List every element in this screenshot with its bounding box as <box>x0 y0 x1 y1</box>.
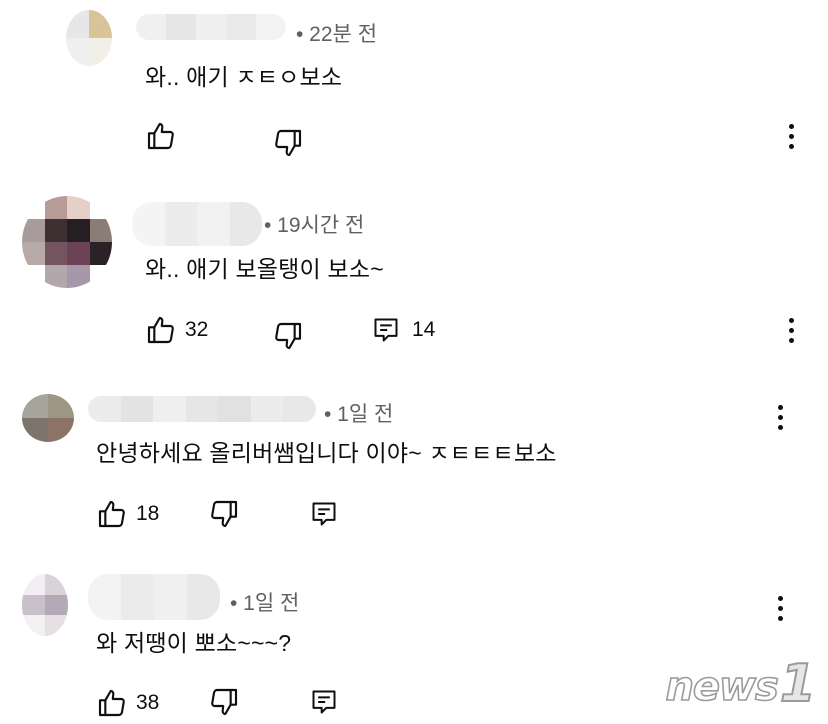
avatar[interactable] <box>22 394 74 442</box>
like-count: 38 <box>136 691 160 714</box>
dislike-button[interactable] <box>272 320 304 352</box>
author-name-blurred[interactable] <box>88 396 316 422</box>
thumbs-down-icon <box>275 129 302 157</box>
reply-button[interactable]: 14 <box>372 316 435 344</box>
like-button[interactable]: 38 <box>96 687 159 719</box>
comment-timestamp[interactable]: • 1일 전 <box>324 398 393 428</box>
author-name-blurred[interactable] <box>132 202 262 246</box>
thumbs-down-icon <box>211 688 238 716</box>
watermark-brand: news <box>665 663 780 711</box>
comment-text: 와.. 애기 보올탱이 보소~ <box>145 256 384 282</box>
comment-text: 안녕하세요 올리버쌤입니다 이야~ ㅈㅌㅌㅌ보소 <box>96 440 557 466</box>
reply-button[interactable] <box>310 500 338 528</box>
dislike-button[interactable] <box>208 686 240 718</box>
news1-watermark: news 1 <box>665 654 817 714</box>
like-button[interactable] <box>145 120 185 152</box>
watermark-number: 1 <box>779 654 817 714</box>
thumbs-down-icon <box>211 500 238 528</box>
comment-timestamp[interactable]: • 19시간 전 <box>264 209 364 239</box>
comment-timestamp[interactable]: • 1일 전 <box>230 587 299 617</box>
comment-text: 와.. 애기 ㅈㅌㅇ보소 <box>145 64 343 90</box>
comment-timestamp[interactable]: • 22분 전 <box>296 18 377 48</box>
reply-count: 14 <box>412 318 436 341</box>
like-button[interactable]: 18 <box>96 498 159 530</box>
more-options-button[interactable] <box>787 124 795 152</box>
thumbs-down-icon <box>275 322 302 350</box>
author-name-blurred[interactable] <box>88 574 220 620</box>
thumbs-up-icon <box>147 316 174 344</box>
reply-icon <box>312 502 336 526</box>
author-name-blurred[interactable] <box>136 14 286 40</box>
more-options-button[interactable] <box>776 596 784 624</box>
thumbs-up-icon <box>98 689 125 717</box>
comment-text: 와 저땡이 뽀소~~~? <box>96 630 292 656</box>
avatar[interactable] <box>22 196 112 288</box>
dislike-button[interactable] <box>272 127 304 159</box>
thumbs-up-icon <box>98 500 125 528</box>
reply-icon <box>374 318 398 342</box>
like-count: 18 <box>136 502 160 525</box>
reply-icon <box>312 690 336 714</box>
like-count: 32 <box>185 318 209 341</box>
dislike-button[interactable] <box>208 498 240 530</box>
avatar[interactable] <box>66 10 112 66</box>
thumbs-up-icon <box>147 122 174 150</box>
more-options-button[interactable] <box>776 405 784 433</box>
more-options-button[interactable] <box>787 318 795 346</box>
avatar[interactable] <box>22 574 68 636</box>
like-button[interactable]: 32 <box>145 314 208 346</box>
reply-button[interactable] <box>310 688 338 716</box>
